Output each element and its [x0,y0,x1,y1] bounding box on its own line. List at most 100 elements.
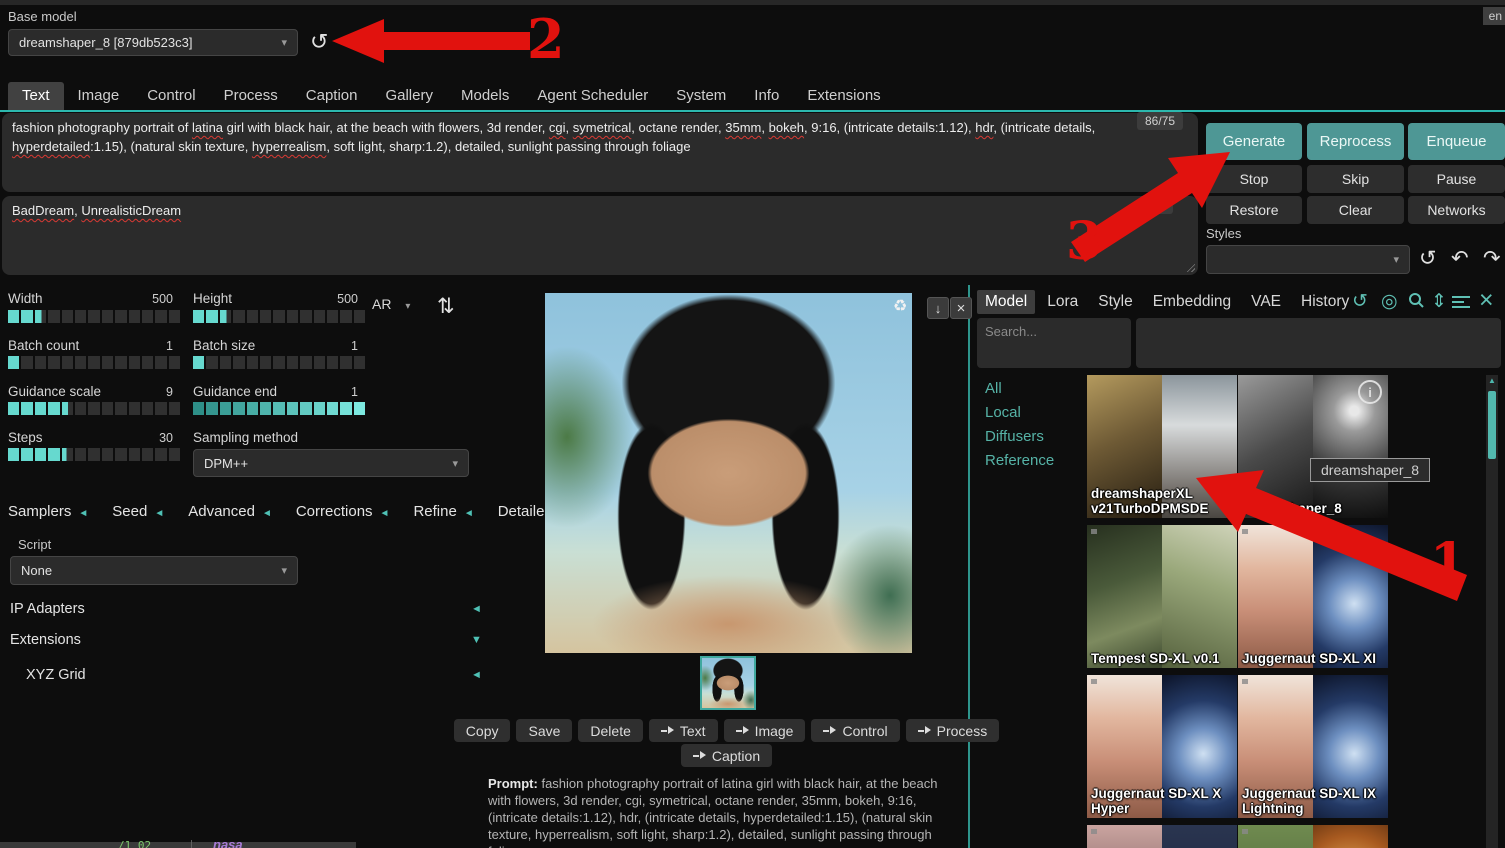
category-diffusers[interactable]: Diffusers [985,428,1054,445]
redo-icon[interactable]: ↷ [1483,248,1501,269]
param-slider-guidance-scale[interactable] [8,402,180,415]
networks-tab-history[interactable]: History [1293,290,1357,314]
send-to-text-button[interactable]: Text [649,719,718,742]
sort-icon[interactable]: ⇕ [1431,292,1447,311]
model-card[interactable]: Juggernaut SD-XL XI [1238,525,1388,668]
model-card[interactable]: Tempest SD-XL v0.1 [1087,525,1237,668]
delete-button[interactable]: Delete [578,719,642,742]
send-to-image-button[interactable]: Image [724,719,806,742]
category-all[interactable]: All [985,380,1054,397]
styles-select[interactable]: ▾ [1206,245,1410,274]
slider-segment [233,402,244,415]
param-slider-height[interactable] [193,310,365,323]
scrollbar-thumb[interactable] [1488,391,1496,459]
accordion-seed[interactable]: Seed◄ [112,503,164,520]
skip-button[interactable]: Skip [1307,165,1404,193]
sampling-method-select[interactable]: DPM++ ▾ [193,449,469,477]
stop-button[interactable]: Stop [1206,165,1302,193]
networks-refresh-icon[interactable]: ↺ [1352,292,1368,311]
param-slider-width[interactable] [8,310,180,323]
send-to-control-button[interactable]: Control [811,719,899,742]
reprocess-button[interactable]: Reprocess [1307,123,1404,160]
model-card[interactable]: dreamshaperXL v21TurboDPMSDE [1087,375,1237,518]
base-model-select[interactable]: dreamshaper_8 [879db523c3] ▾ [8,29,298,56]
clear-button[interactable]: Clear [1307,196,1404,224]
info-icon[interactable]: i [1358,380,1382,404]
category-local[interactable]: Local [985,404,1054,421]
recycle-icon[interactable]: ♻ [893,296,907,316]
tab-gallery[interactable]: Gallery [371,82,447,110]
accordion-advanced[interactable]: Advanced◄ [188,503,272,520]
view-list-icon[interactable] [1452,296,1470,308]
tab-text[interactable]: Text [8,82,64,110]
styles-refresh-icon[interactable]: ↺ [1419,248,1437,269]
search-icon[interactable] [1407,292,1425,315]
tab-system[interactable]: System [662,82,740,110]
copy-button[interactable]: Copy [454,719,511,742]
close-icon[interactable]: × [1479,288,1494,313]
networks-scan-icon[interactable]: ◎ [1381,292,1398,311]
refresh-model-icon[interactable]: ↺ [310,31,328,53]
send-to-caption-button[interactable]: Caption [681,744,772,767]
tab-agent-scheduler[interactable]: Agent Scheduler [523,82,662,110]
slider-segment [155,402,166,415]
scrollbar[interactable]: ▲ [1486,375,1498,848]
networks-tab-model[interactable]: Model [977,290,1035,314]
restore-button[interactable]: Restore [1206,196,1302,224]
accordion-refine[interactable]: Refine◄ [413,503,473,520]
prompt-text: 35mm [725,120,761,135]
swap-dimensions-icon[interactable]: ⇅ [437,296,455,317]
param-slider-steps[interactable] [8,448,180,461]
model-card[interactable] [1087,825,1237,848]
send-to-process-button[interactable]: Process [906,719,1000,742]
networks-tab-style[interactable]: Style [1090,290,1140,314]
download-image-button[interactable]: ↓ [927,297,949,319]
language-badge[interactable]: en [1483,7,1505,25]
param-value-height: 500 [303,292,358,306]
model-card[interactable]: idreamshaper_8 [1238,375,1388,518]
tab-process[interactable]: Process [210,82,292,110]
close-image-button[interactable]: × [950,297,972,319]
accordion-corrections[interactable]: Corrections◄ [296,503,390,520]
scroll-up-icon[interactable]: ▲ [1488,376,1496,385]
aspect-ratio-select[interactable]: AR ▾ [372,296,410,312]
model-card[interactable] [1238,825,1388,848]
param-slider-batch-count[interactable] [8,356,180,369]
tab-models[interactable]: Models [447,82,523,110]
networks-tab-embedding[interactable]: Embedding [1145,290,1239,314]
accordion-samplers[interactable]: Samplers◄ [8,503,88,520]
model-card-label: Juggernaut SD-XL IX Lightning [1242,786,1384,816]
save-button[interactable]: Save [516,719,572,742]
panel-ip-adapters[interactable]: IP Adapters◄ [10,601,85,617]
negative-prompt-input[interactable]: BadDream, UnrealisticDream [2,196,1198,275]
networks-tab-vae[interactable]: VAE [1243,290,1289,314]
image-actions-row: CopySaveDeleteTextImageControlProcess [488,719,965,742]
slider-segment [314,402,325,415]
slider-segment [169,310,180,323]
tab-extensions[interactable]: Extensions [793,82,894,110]
panel-xyz-grid[interactable]: XYZ Grid◄ [26,667,86,683]
param-slider-guidance-end[interactable] [193,402,365,415]
model-card[interactable]: Juggernaut SD-XL IX Lightning [1238,675,1388,818]
gallery-thumbnail[interactable] [700,656,756,710]
tab-caption[interactable]: Caption [292,82,372,110]
generate-button[interactable]: Generate [1206,123,1302,160]
generated-image-preview[interactable] [545,293,912,653]
networks-button[interactable]: Networks [1408,196,1505,224]
enqueue-button[interactable]: Enqueue [1408,123,1505,160]
pause-button[interactable]: Pause [1408,165,1505,193]
category-reference[interactable]: Reference [985,452,1054,469]
model-card[interactable]: Juggernaut SD-XL X Hyper [1087,675,1237,818]
undo-icon[interactable]: ↶ [1451,248,1469,269]
panel-extensions[interactable]: Extensions▼ [10,632,81,648]
tab-info[interactable]: Info [740,82,793,110]
param-slider-batch-size[interactable] [193,356,365,369]
tab-image[interactable]: Image [64,82,134,110]
tab-control[interactable]: Control [133,82,209,110]
networks-tab-lora[interactable]: Lora [1039,290,1086,314]
networks-search-input[interactable] [977,318,1131,368]
script-value: None [21,563,52,578]
networks-description-input[interactable] [1136,318,1501,368]
script-select[interactable]: None ▾ [10,556,298,585]
prompt-input[interactable]: fashion photography portrait of latina g… [2,113,1198,192]
